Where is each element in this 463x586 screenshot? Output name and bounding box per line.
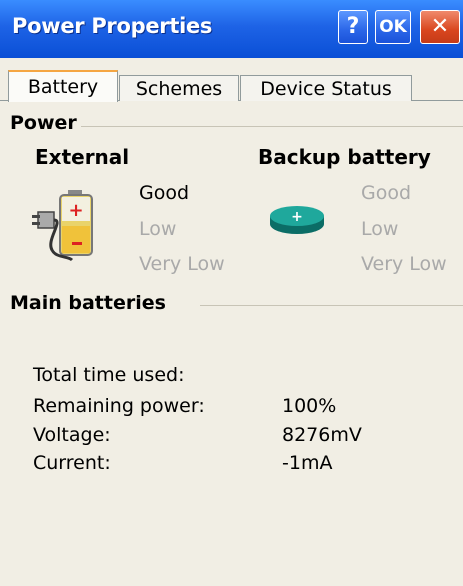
window-title: Power Properties — [12, 14, 213, 38]
svg-text:+: + — [68, 200, 83, 221]
external-status-good: Good — [139, 182, 190, 204]
tab-device-status[interactable]: Device Status — [240, 75, 412, 101]
close-button[interactable]: ✕ — [420, 10, 460, 44]
total-time-used-label: Total time used: — [33, 364, 185, 386]
svg-text:+: + — [291, 209, 303, 225]
remaining-power-label: Remaining power: — [33, 395, 205, 417]
voltage-label: Voltage: — [33, 424, 111, 446]
backup-status-good: Good — [361, 182, 412, 204]
coin-battery-icon: + — [270, 206, 324, 234]
title-bar: Power Properties ? OK ✕ — [0, 0, 463, 58]
tab-battery[interactable]: Battery — [8, 70, 118, 102]
tab-schemes[interactable]: Schemes — [119, 75, 239, 101]
voltage-value: 8276mV — [282, 424, 362, 446]
backup-battery-heading: Backup battery — [258, 145, 431, 169]
current-value: -1mA — [282, 452, 333, 474]
current-label: Current: — [33, 452, 111, 474]
power-group-title: Power — [10, 112, 81, 134]
backup-status-very-low: Very Low — [361, 253, 447, 275]
main-batteries-title: Main batteries — [10, 292, 170, 314]
remaining-power-value: 100% — [282, 395, 337, 417]
battery-plug-icon: + — [32, 190, 93, 262]
backup-status-low: Low — [361, 218, 399, 240]
main-batteries-divider — [200, 305, 463, 306]
ok-button[interactable]: OK — [375, 10, 411, 44]
external-status-very-low: Very Low — [139, 253, 225, 275]
external-status-low: Low — [139, 218, 177, 240]
external-heading: External — [35, 145, 130, 169]
help-button[interactable]: ? — [338, 10, 368, 44]
